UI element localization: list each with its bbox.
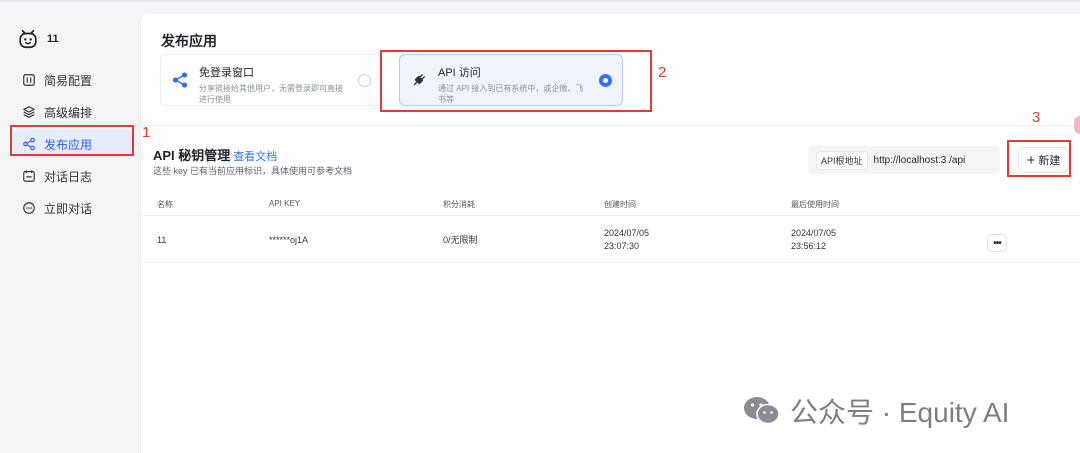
publish-option-free-login[interactable]: 免登录窗口 分享链接给其他用户，无需登录即可直接 进行使用 [160, 54, 382, 106]
annotation-box-1 [10, 125, 134, 156]
wechat-icon [744, 397, 780, 425]
share-nodes-icon [172, 72, 188, 88]
sidebar: 11 简易配置 高级编排 发布应用 对话日志 立即对话 [0, 14, 140, 453]
base-url-label: API根地址 [816, 150, 868, 170]
view-docs-link[interactable]: 查看文档 [233, 148, 277, 164]
table-header: 名称 API KEY 积分消耗 创建时间 最后使用时间 [141, 192, 1080, 216]
radio-unchecked[interactable] [358, 74, 371, 87]
option-desc: 分享链接给其他用户，无需登录即可直接 进行使用 [199, 84, 343, 104]
sidebar-item-chat-now[interactable]: 立即对话 [14, 194, 134, 222]
usage-value: 0/无限制 [443, 235, 478, 245]
annotation-number-3: 3 [1032, 109, 1041, 126]
page-title: 发布应用 [161, 33, 217, 49]
section-title: API 秘钥管理 [153, 148, 231, 163]
more-actions-button[interactable]: ••• [987, 234, 1007, 252]
watermark: 公众号 · Equity AI [742, 391, 1009, 431]
table-row: 11 ******oj1A 0/无限制 2024/07/05 23:07:30 … [141, 217, 1080, 263]
sidebar-item-label: 简易配置 [44, 73, 93, 88]
column-header: 最后使用时间 [791, 200, 839, 209]
key-name: 11 [157, 235, 167, 245]
floating-handle[interactable] [1074, 116, 1080, 134]
divider [141, 125, 1080, 126]
section-subtitle: 这些 key 已有当前应用标识，具体使用可参考文档 [153, 166, 353, 176]
annotation-box-3 [1007, 140, 1071, 177]
sidebar-item-advanced[interactable]: 高级编排 [14, 98, 134, 126]
annotation-number-2: 2 [658, 64, 667, 81]
panel-icon [23, 74, 35, 86]
window-top-border [0, 0, 1080, 2]
column-header: 积分消耗 [443, 200, 475, 209]
sidebar-item-label: 立即对话 [44, 201, 93, 216]
sidebar-item-label: 对话日志 [44, 169, 93, 184]
column-header: 名称 [157, 200, 173, 209]
annotation-number-1: 1 [142, 124, 151, 141]
sidebar-item-simple-config[interactable]: 简易配置 [14, 66, 134, 94]
column-header: 创建时间 [604, 200, 636, 209]
api-key-header: API 秘钥管理 查看文档 [153, 145, 277, 164]
robot-logo-icon [19, 29, 37, 49]
calendar-icon [23, 170, 35, 182]
sidebar-item-label: 高级编排 [44, 105, 93, 120]
layers-icon [23, 106, 35, 118]
app-name: 11 [47, 33, 59, 45]
sidebar-item-chat-logs[interactable]: 对话日志 [14, 162, 134, 190]
base-url-value: http://localhost:3 /api [873, 154, 966, 166]
created-time: 2024/07/05 23:07:30 [604, 228, 650, 251]
watermark-text: 公众号 · Equity AI [790, 397, 1010, 428]
column-header: API KEY [269, 199, 301, 208]
last-used-time: 2024/07/05 23:56:12 [791, 228, 837, 251]
chat-icon [23, 202, 35, 214]
api-key-value: ******oj1A [269, 235, 309, 245]
option-title: 免登录窗口 [199, 67, 254, 79]
app-header: 11 [17, 28, 59, 50]
annotation-box-2 [380, 50, 652, 112]
api-base-url[interactable]: API根地址 http://localhost:3 /api [808, 146, 1000, 174]
